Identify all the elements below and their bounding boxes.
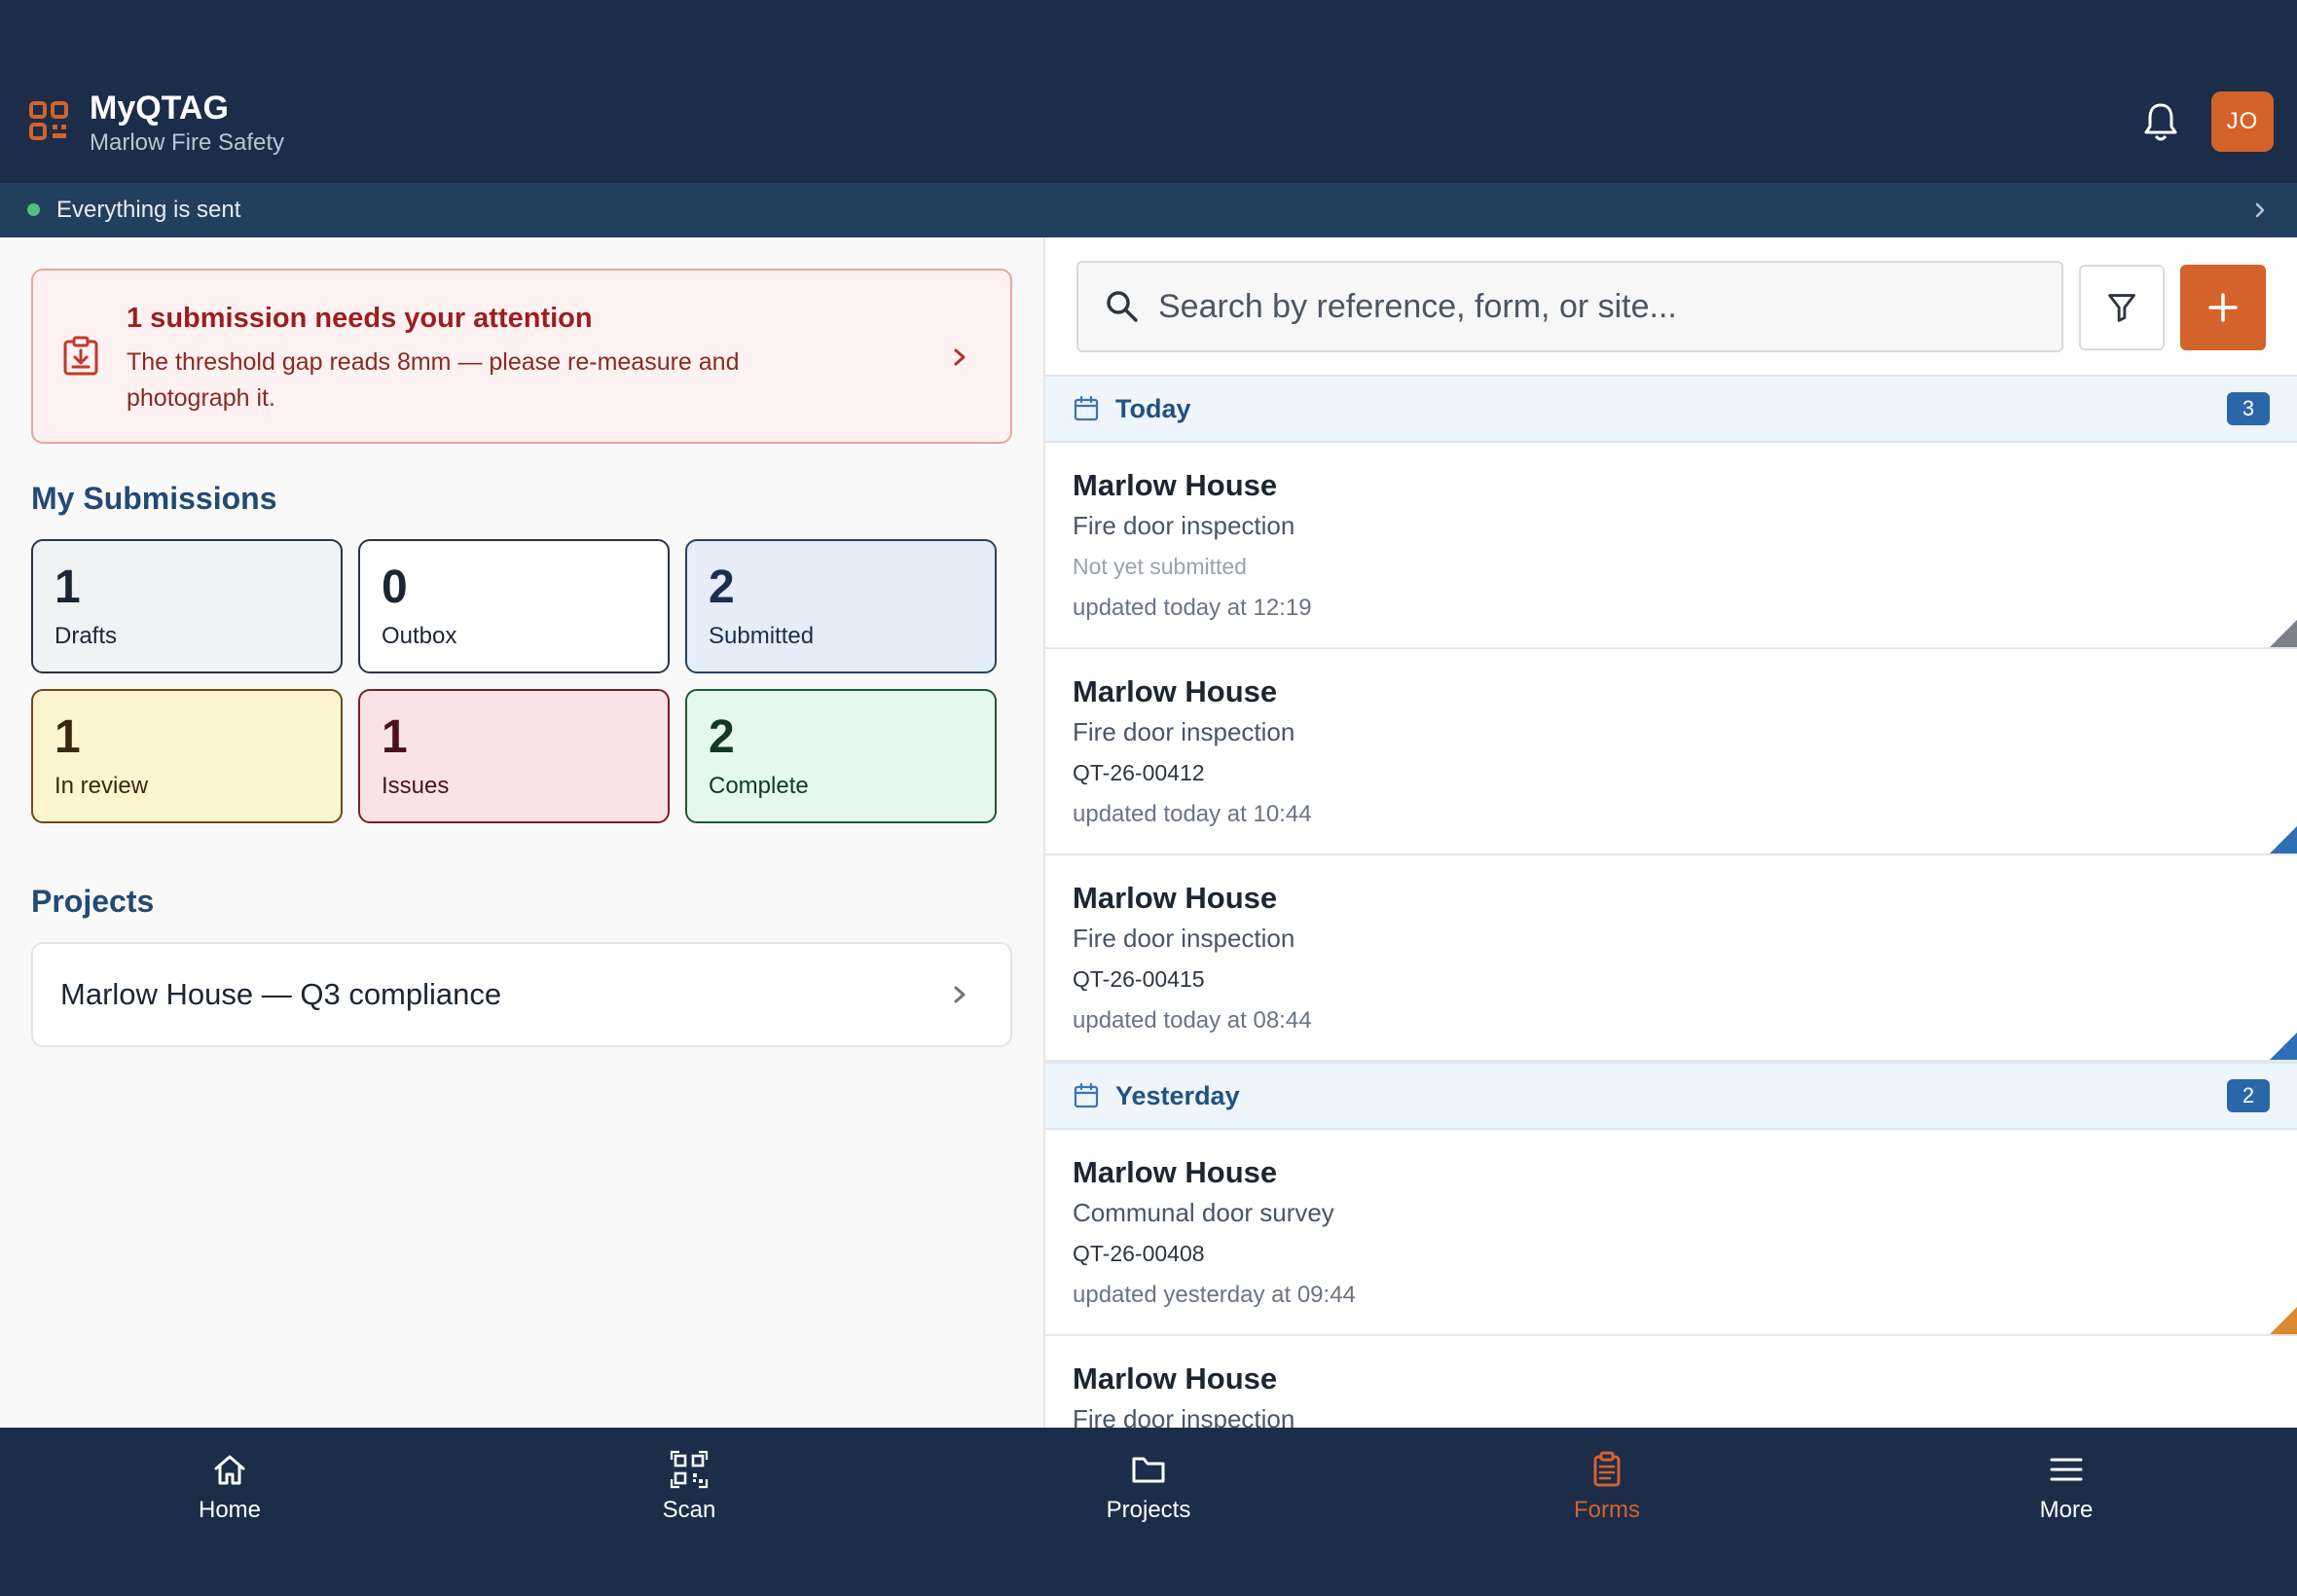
stat-label: Outbox: [382, 623, 457, 649]
nav-label: Projects: [1106, 1497, 1191, 1523]
add-submission-button[interactable]: [2180, 265, 2266, 350]
chevron-right-icon: [2255, 202, 2265, 218]
group-label: Yesterday: [1115, 1081, 1240, 1110]
updated-time: updated today at 12:19: [1073, 595, 1312, 621]
filter-button[interactable]: [2079, 265, 2165, 350]
updated-time: updated today at 08:44: [1073, 1007, 1312, 1034]
stat-tile-drafts[interactable]: 1 Drafts: [31, 539, 343, 673]
app-header: [0, 0, 2297, 183]
chevron-right-icon: [954, 348, 966, 366]
form-name: Fire door inspection: [1073, 924, 1295, 953]
submission-reference: QT-26-00412: [1073, 760, 1205, 785]
app-title: MyQTAG: [90, 90, 229, 127]
home-icon: [214, 1455, 245, 1485]
submission-reference: QT-26-00408: [1073, 1241, 1205, 1266]
submission-row[interactable]: Marlow House Fire door inspection QT-26-00…: [1045, 855, 2297, 1062]
updated-time: updated yesterday at 09:44: [1073, 1282, 1356, 1308]
stat-label: Complete: [709, 773, 809, 799]
form-name: Communal door survey: [1073, 1198, 1334, 1227]
nav-label: Scan: [662, 1497, 716, 1523]
site-name: Marlow House: [1073, 1155, 1278, 1189]
form-name: Fire door inspection: [1073, 717, 1295, 746]
submission-reference: Not yet submitted: [1073, 554, 1247, 579]
my-submissions-heading: My Submissions: [31, 481, 277, 516]
group-count-badge: 2: [2227, 1079, 2270, 1112]
stat-label: Issues: [382, 773, 450, 799]
nav-label: Home: [198, 1497, 262, 1523]
group-count-badge: 3: [2227, 392, 2270, 425]
stat-tile-submitted[interactable]: 2 Submitted: [685, 539, 997, 673]
stat-tile-complete[interactable]: 2 Complete: [685, 689, 997, 823]
site-name: Marlow House: [1073, 468, 1278, 502]
submission-reference: QT-26-00415: [1073, 966, 1205, 992]
project-name: Marlow House — Q3 compliance: [60, 977, 502, 1011]
qr-scan-icon: [670, 1450, 709, 1489]
filter-icon: [2108, 294, 2135, 322]
stat-count: 0: [382, 562, 408, 613]
nav-item-home[interactable]: Home: [132, 1450, 327, 1528]
stat-tile-issues[interactable]: 1 Issues: [358, 689, 670, 823]
form-name: Fire door inspection: [1073, 511, 1295, 540]
group-label: Today: [1115, 394, 1191, 423]
sync-status-bar[interactable]: [0, 183, 2297, 237]
nav-label: Forms: [1574, 1497, 1640, 1523]
clipboard-alert-icon: [63, 336, 98, 376]
site-name: Marlow House: [1073, 881, 1278, 915]
stat-count: 2: [709, 562, 735, 613]
user-avatar[interactable]: JO: [2211, 91, 2274, 152]
alert-message: The threshold gap reads 8mm — please re-…: [127, 348, 740, 412]
stat-count: 2: [709, 711, 735, 763]
site-name: Marlow House: [1073, 1361, 1278, 1396]
sync-status-text: Everything is sent: [56, 197, 241, 223]
site-name: Marlow House: [1073, 674, 1278, 708]
status-corner-marker: [2270, 1033, 2297, 1060]
stat-label: Drafts: [55, 623, 118, 649]
folder-icon: [1132, 1457, 1165, 1483]
stat-tile-outbox[interactable]: 0 Outbox: [358, 539, 670, 673]
nav-item-forms[interactable]: Forms: [1510, 1450, 1704, 1528]
clipboard-icon: [1593, 1451, 1621, 1487]
stat-count: 1: [382, 711, 408, 763]
status-corner-marker: [2270, 826, 2297, 853]
submission-row[interactable]: Marlow House Communal door survey QT-26-00…: [1045, 1130, 2297, 1336]
organisation-name: Marlow Fire Safety: [90, 129, 285, 156]
chevron-right-icon: [954, 986, 966, 1003]
stat-count: 1: [55, 711, 81, 763]
projects-heading: Projects: [31, 884, 155, 919]
notification-bell-icon[interactable]: [2141, 100, 2180, 143]
calendar-icon: [1074, 395, 1099, 421]
updated-time: updated today at 10:44: [1073, 801, 1312, 827]
submission-row[interactable]: Marlow House Fire door inspection Not yet …: [1045, 443, 2297, 649]
search-input[interactable]: [1158, 272, 2034, 341]
stat-label: In review: [55, 773, 149, 799]
stat-tile-in-review[interactable]: 1 In review: [31, 689, 343, 823]
search-icon: [1107, 291, 1138, 322]
stat-label: Submitted: [709, 623, 815, 649]
nav-item-more[interactable]: More: [1969, 1450, 2164, 1528]
nav-label: More: [2039, 1497, 2094, 1523]
status-corner-marker: [2270, 620, 2297, 647]
nav-item-scan[interactable]: Scan: [592, 1450, 786, 1528]
alert-title: 1 submission needs your attention: [127, 303, 593, 334]
nav-item-projects[interactable]: Projects: [1051, 1450, 1246, 1528]
qr-logo-icon: [29, 101, 68, 140]
group-header: [1045, 375, 2297, 443]
calendar-icon: [1074, 1082, 1099, 1108]
plus-icon: [2208, 293, 2238, 322]
status-corner-marker: [2270, 1307, 2297, 1334]
sync-status-dot: [27, 203, 40, 216]
menu-icon: [2050, 1458, 2083, 1481]
submission-row[interactable]: Marlow House Fire door inspection QT-26-00…: [1045, 649, 2297, 855]
stat-count: 1: [55, 562, 81, 613]
